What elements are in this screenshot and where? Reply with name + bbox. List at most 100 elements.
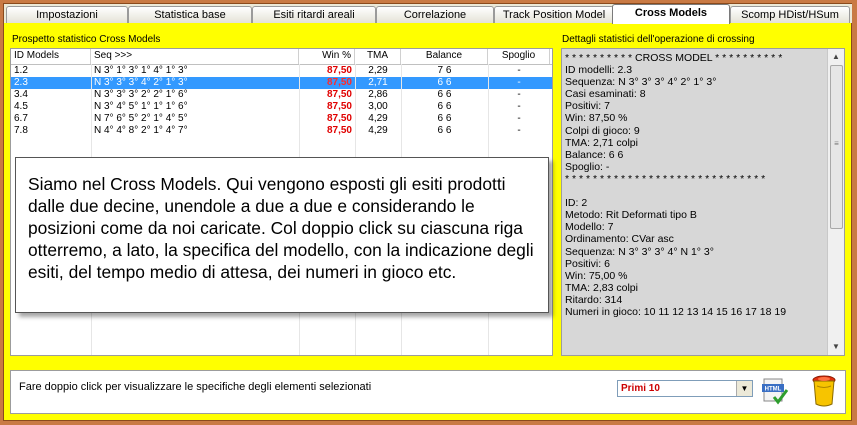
cell-seq: N 3° 3° 3° 4° 2° 1° 3° <box>94 77 188 88</box>
detail-line: * * * * * * * * * * * * * * * * * * * * … <box>565 172 766 185</box>
tab-scomp-hdist-hsum[interactable]: Scomp HDist/HSum <box>730 6 850 23</box>
column-header-seq[interactable]: Seq >>> <box>91 49 299 64</box>
column-header-win[interactable]: Win % <box>299 49 355 64</box>
detail-line: Win: 87,50 % <box>565 112 628 125</box>
cell-seq: N 4° 4° 8° 2° 1° 4° 7° <box>94 125 188 136</box>
tab-esiti-ritardi-areali[interactable]: Esiti ritardi areali <box>252 6 376 23</box>
cell-win: 87,50 <box>326 89 352 100</box>
cell-seq: N 3° 4° 5° 1° 1° 1° 6° <box>94 101 188 112</box>
tab-cross-models[interactable]: Cross Models <box>612 4 730 24</box>
table-row[interactable]: 1.2 N 3° 1° 3° 1° 4° 1° 3° 87,50 2,29 7 6 - <box>11 65 552 77</box>
details-panel[interactable]: * * * * * * * * * * CROSS MODEL * * * * … <box>561 48 845 356</box>
cell-id: 4.5 <box>14 101 28 112</box>
detail-line <box>565 185 827 197</box>
cell-tma: 4,29 <box>368 125 388 136</box>
cell-spoglio: - <box>517 113 521 124</box>
cell-id: 1.2 <box>14 65 28 76</box>
cell-id: 2.3 <box>14 77 28 88</box>
table-row[interactable]: 7.8 N 4° 4° 8° 2° 1° 4° 7° 87,50 4,29 6 6 - <box>11 125 552 137</box>
cell-id: 7.8 <box>14 125 28 136</box>
detail-line: Sequenza: N 3° 3° 3° 4° N 1° 3° <box>565 245 714 258</box>
detail-line: * * * * * * * * * * CROSS MODEL * * * * … <box>565 52 783 64</box>
cell-tma: 4,29 <box>368 113 388 124</box>
detail-line: Ordinamento: CVar asc <box>565 233 674 246</box>
detail-line: Sequenza: N 3° 3° 3° 4° 2° 1° 3° <box>565 76 717 89</box>
detail-line: Metodo: Rit Deformati tipo B <box>565 209 697 222</box>
tab-impostazioni[interactable]: Impostazioni <box>6 6 128 23</box>
results-count-select[interactable]: Primi 10 ▼ <box>617 380 753 397</box>
cell-spoglio: - <box>517 101 521 112</box>
help-tooltip: Siamo nel Cross Models. Qui vengono espo… <box>15 157 549 313</box>
detail-line: Colpi di gioco: 9 <box>565 124 640 137</box>
detail-line: TMA: 2,83 colpi <box>565 281 638 294</box>
grip-icon: ≡ <box>834 139 839 148</box>
detail-line: Numeri in gioco: 10 11 12 13 14 15 16 17… <box>565 305 787 318</box>
detail-line: Positivi: 7 <box>565 100 610 113</box>
cell-balance: 6 6 <box>437 89 452 100</box>
column-header-tma[interactable]: TMA <box>355 49 401 64</box>
cell-balance: 7 6 <box>437 65 452 76</box>
detail-line: Balance: 6 6 <box>565 148 624 161</box>
detail-line: Ritardo: 314 <box>565 293 623 306</box>
tab-statistica-base[interactable]: Statistica base <box>128 6 252 23</box>
cell-win: 87,50 <box>326 65 352 76</box>
table-body: 1.2 N 3° 1° 3° 1° 4° 1° 3° 87,50 2,29 7 6-2.… <box>11 65 552 137</box>
column-header-balance[interactable]: Balance <box>401 49 488 64</box>
table-header: ID Models Seq >>> Win % TMA Balance Spog… <box>11 49 552 65</box>
details-text: * * * * * * * * * * CROSS MODEL * * * * … <box>565 52 827 318</box>
detail-line: Spoglio: - <box>565 160 610 173</box>
tab-track-position-model[interactable]: Track Position Model <box>494 6 614 23</box>
cell-spoglio: - <box>517 125 521 136</box>
cell-tma: 2,86 <box>368 89 388 100</box>
bottom-bar: Fare doppio click per visualizzare le sp… <box>10 370 846 414</box>
detail-line: ID modelli: 2.3 <box>565 64 633 77</box>
table-row[interactable]: 2.3 N 3° 3° 3° 4° 2° 1° 3° 87,50 2,71 6 6 - <box>11 77 552 89</box>
html-check-icon: HTML <box>762 378 789 405</box>
right-panel-title: Dettagli statistici dell'operazione di c… <box>562 34 755 45</box>
detail-line: TMA: 2,71 colpi <box>565 136 638 149</box>
cell-tma: 3,00 <box>368 101 388 112</box>
cell-id: 6.7 <box>14 113 28 124</box>
cell-balance: 6 6 <box>437 101 452 112</box>
cell-balance: 6 6 <box>437 125 452 136</box>
cell-balance: 6 6 <box>437 113 452 124</box>
cell-seq: N 3° 3° 3° 2° 2° 1° 6° <box>94 89 188 100</box>
cell-win: 87,50 <box>326 101 352 112</box>
clear-button[interactable] <box>811 374 837 408</box>
export-html-button[interactable]: HTML <box>761 377 789 405</box>
tooltip-text: Siamo nel Cross Models. Qui vengono espo… <box>28 174 534 282</box>
scroll-up-icon[interactable]: ▲ <box>828 50 844 64</box>
left-panel-title: Prospetto statistico Cross Models <box>12 34 161 45</box>
select-value: Primi 10 <box>621 383 660 394</box>
details-scrollbar[interactable]: ▲ ≡ ▼ <box>827 49 844 355</box>
cell-win: 87,50 <box>326 77 352 88</box>
cell-seq: N 3° 1° 3° 1° 4° 1° 3° <box>94 65 188 76</box>
cell-spoglio: - <box>517 89 521 100</box>
detail-line: Win: 75,00 % <box>565 269 628 282</box>
cell-win: 87,50 <box>326 125 352 136</box>
cell-spoglio: - <box>517 65 521 76</box>
scroll-thumb[interactable]: ≡ <box>830 65 843 229</box>
cell-spoglio: - <box>517 77 521 88</box>
trash-bin-icon <box>812 375 836 407</box>
table-row[interactable]: 6.7 N 7° 6° 5° 2° 1° 4° 5° 87,50 4,29 6 6 - <box>11 113 552 125</box>
tab-correlazione[interactable]: Correlazione <box>376 6 494 23</box>
chevron-down-icon[interactable]: ▼ <box>736 381 752 396</box>
tab-bar: Impostazioni Statistica base Esiti ritar… <box>4 4 852 24</box>
cell-tma: 2,71 <box>368 77 388 88</box>
hint-text: Fare doppio click per visualizzare le sp… <box>19 381 372 393</box>
column-header-spoglio[interactable]: Spoglio <box>488 49 550 64</box>
detail-line: ID: 2 <box>565 197 588 210</box>
cell-balance: 6 6 <box>437 77 452 88</box>
detail-line: Casi esaminati: 8 <box>565 88 646 101</box>
cell-seq: N 7° 6° 5° 2° 1° 4° 5° <box>94 113 188 124</box>
cell-tma: 2,29 <box>368 65 388 76</box>
svg-text:HTML: HTML <box>765 387 782 393</box>
table-row[interactable]: 3.4 N 3° 3° 3° 2° 2° 1° 6° 87,50 2,86 6 6 - <box>11 89 552 101</box>
cell-win: 87,50 <box>326 113 352 124</box>
detail-line: Modello: 7 <box>565 221 614 234</box>
scroll-down-icon[interactable]: ▼ <box>828 340 844 354</box>
detail-line: Positivi: 6 <box>565 257 610 270</box>
column-header-id[interactable]: ID Models <box>11 49 91 64</box>
table-row[interactable]: 4.5 N 3° 4° 5° 1° 1° 1° 6° 87,50 3,00 6 6 - <box>11 101 552 113</box>
